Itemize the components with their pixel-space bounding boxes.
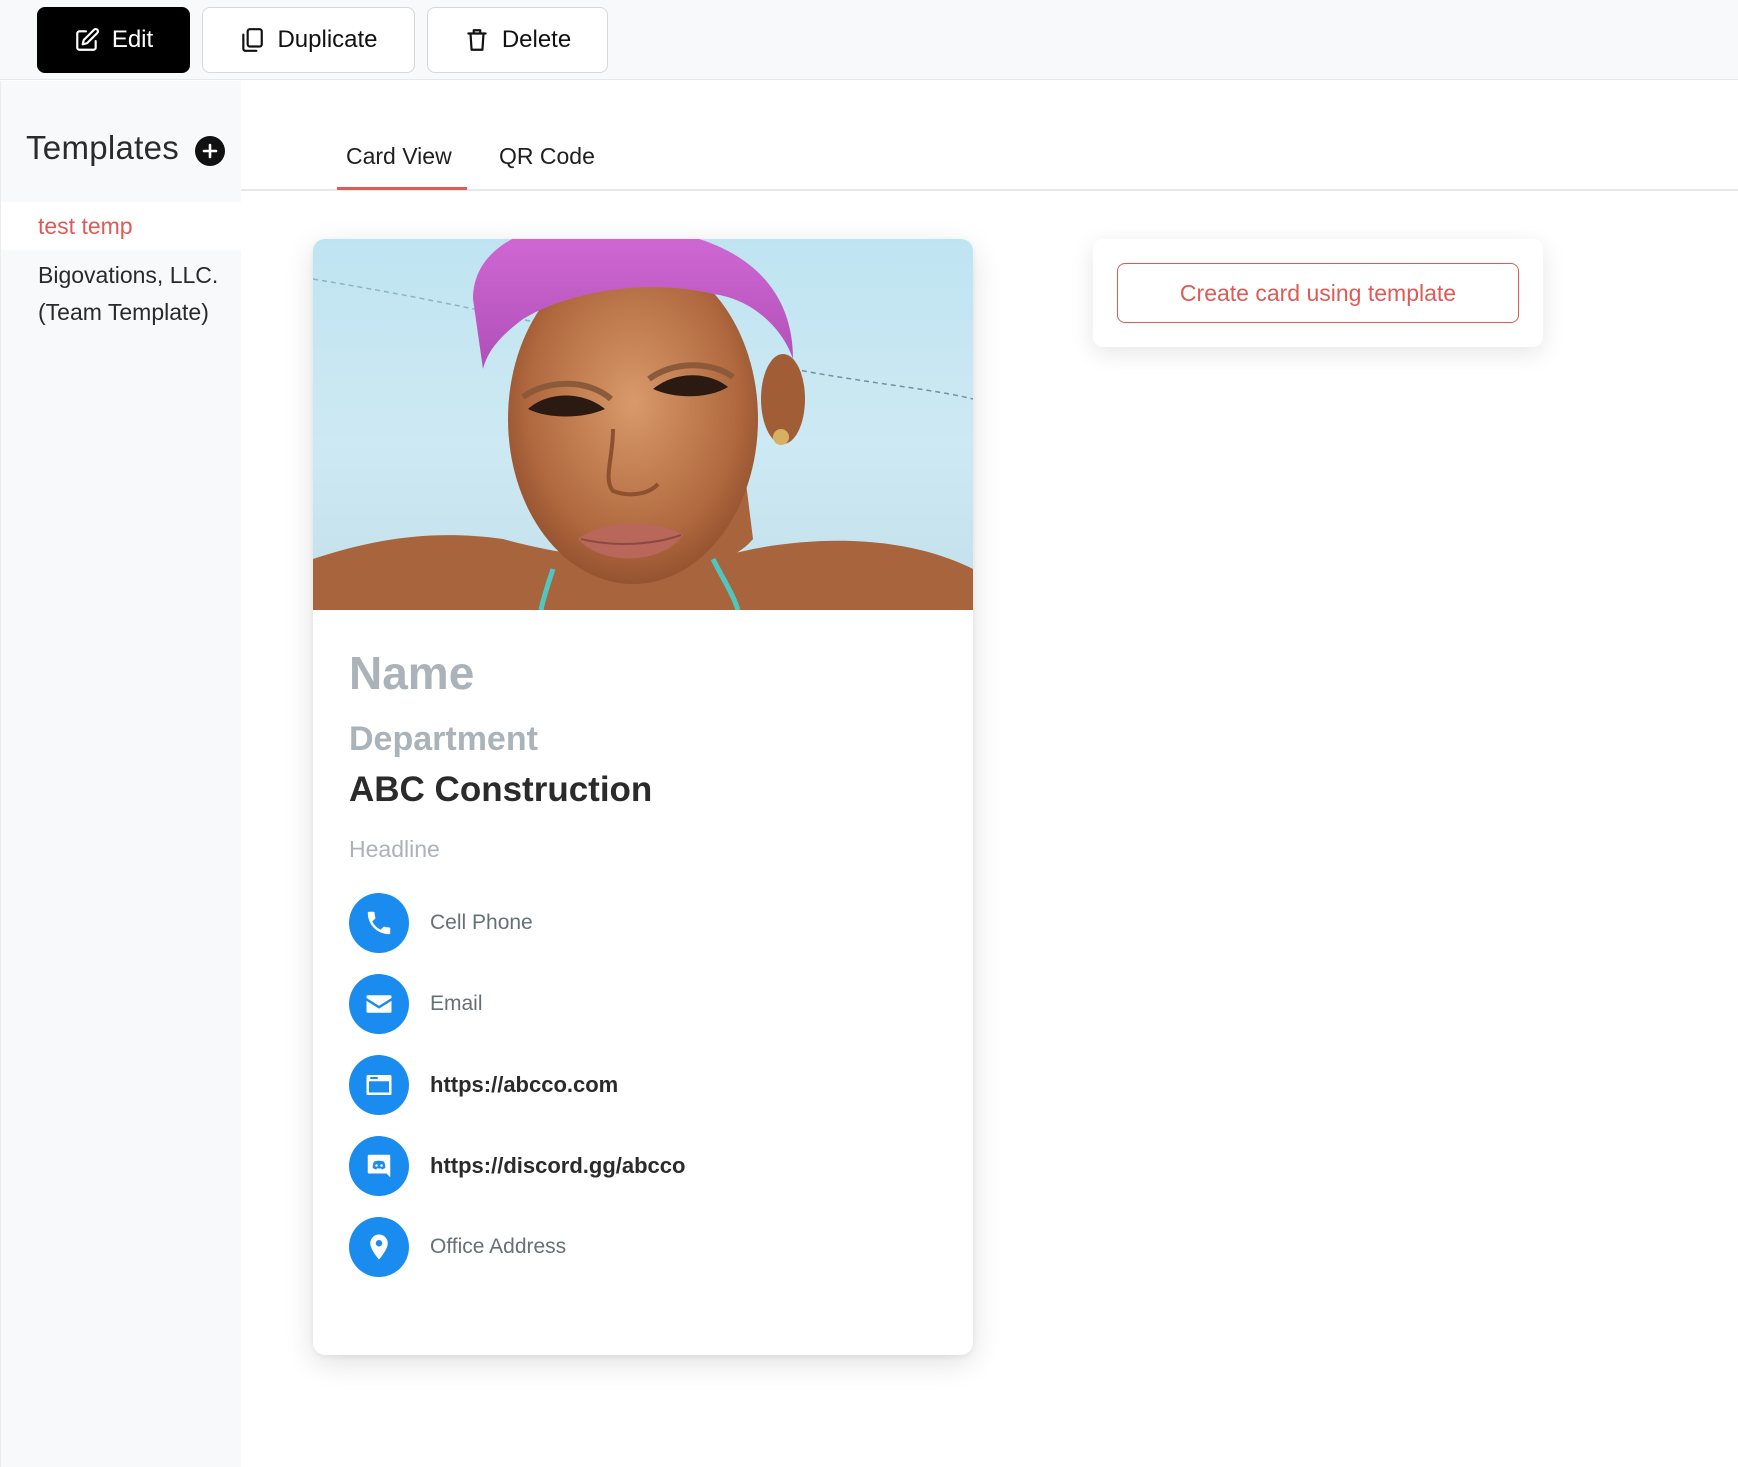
contact-office-address[interactable]: Office Address — [349, 1217, 566, 1277]
profile-photo — [313, 239, 973, 610]
template-actions-panel: Create card using template — [1093, 239, 1543, 347]
profile-photo-illustration — [313, 239, 973, 610]
templates-sidebar: Templates test temp Bigovations, LLC. (T… — [0, 81, 242, 1467]
contact-discord[interactable]: https://discord.gg/abcco — [349, 1136, 685, 1196]
contact-cell-phone-text: Cell Phone — [430, 911, 533, 934]
contact-discord-text: https://discord.gg/abcco — [430, 1153, 686, 1178]
edit-button-label: Edit — [111, 26, 154, 53]
delete-button[interactable]: Delete — [427, 7, 608, 73]
location-pin-icon — [349, 1217, 409, 1277]
delete-button-label: Delete — [501, 26, 572, 53]
add-template-button[interactable] — [195, 136, 225, 166]
email-icon — [349, 974, 409, 1034]
card-name: Name — [349, 647, 475, 699]
active-tab-indicator — [337, 187, 467, 190]
card-department: Department — [349, 720, 538, 758]
copy-icon — [242, 28, 264, 52]
business-card-preview: Name Department ABC Construction Headlin… — [313, 239, 973, 1355]
edit-icon — [75, 28, 99, 51]
create-card-button[interactable]: Create card using template — [1117, 263, 1519, 323]
sidebar-item-test-temp[interactable]: test temp — [1, 202, 242, 250]
duplicate-button[interactable]: Duplicate — [202, 7, 415, 73]
contact-email-text: Email — [430, 992, 483, 1015]
sidebar-title: Templates — [26, 129, 180, 166]
plus-icon — [202, 143, 218, 159]
sidebar-item-team-template[interactable]: Bigovations, LLC. (Team Template) — [38, 257, 238, 331]
card-headline: Headline — [349, 836, 440, 862]
tab-qr-code[interactable]: QR Code — [499, 143, 595, 170]
contact-website[interactable]: https://abcco.com — [349, 1055, 618, 1115]
contact-cell-phone[interactable]: Cell Phone — [349, 893, 533, 953]
duplicate-button-label: Duplicate — [277, 26, 378, 53]
contact-office-address-text: Office Address — [430, 1235, 567, 1258]
phone-icon — [349, 893, 409, 953]
edit-button[interactable]: Edit — [37, 7, 190, 73]
contact-website-text: https://abcco.com — [430, 1072, 619, 1097]
view-tabs: Card View QR Code — [241, 81, 1738, 191]
contact-email[interactable]: Email — [349, 974, 483, 1034]
discord-icon — [349, 1136, 409, 1196]
tab-card-view[interactable]: Card View — [346, 143, 452, 170]
website-icon — [349, 1055, 409, 1115]
trash-icon — [467, 29, 487, 51]
card-body: Name Department ABC Construction Headlin… — [313, 610, 973, 1355]
toolbar: Edit Duplicate Delete — [0, 0, 1738, 80]
card-company: ABC Construction — [349, 770, 653, 809]
